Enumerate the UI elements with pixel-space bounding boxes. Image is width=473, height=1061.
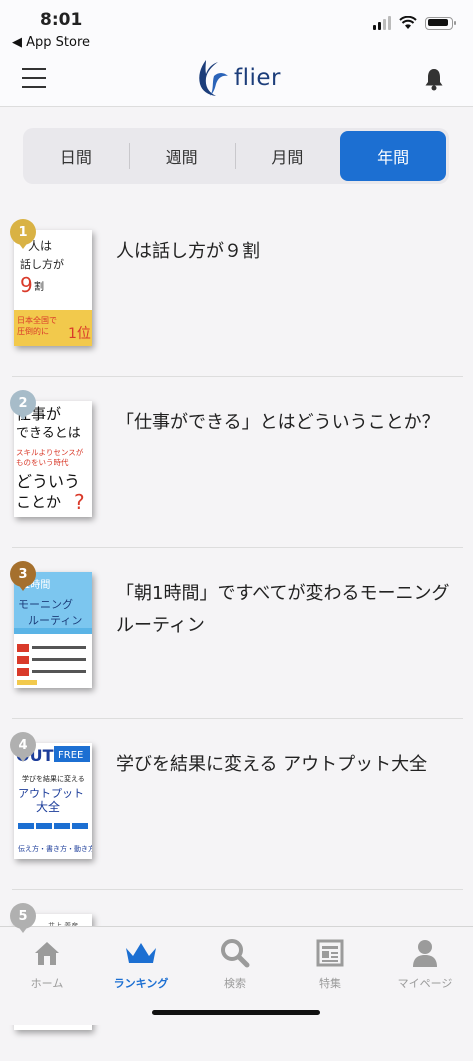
svg-text:FREE: FREE (58, 750, 83, 761)
nav-bar: flier (0, 54, 473, 107)
svg-text:日本全国で: 日本全国で (17, 315, 57, 325)
svg-text:大全: 大全 (36, 799, 60, 814)
segment-weekly[interactable]: 週間 (128, 131, 235, 181)
search-icon (221, 939, 250, 968)
svg-text:ルーティン: ルーティン (28, 614, 82, 627)
svg-text:話し方が: 話し方が (20, 257, 64, 271)
svg-text:モーニング: モーニング (18, 597, 73, 611)
svg-text:9: 9 (20, 273, 33, 297)
rank-badge: 5 (10, 903, 36, 933)
newspaper-icon (316, 939, 344, 967)
logo-text: flier (234, 65, 281, 91)
svg-text:どういう: どういう (16, 472, 80, 491)
svg-text:割: 割 (34, 280, 44, 293)
tab-home[interactable]: ホーム (0, 935, 94, 991)
book-title: 「朝1時間」ですべてが変わるモーニングルーティン (116, 583, 450, 636)
svg-text:1位: 1位 (68, 326, 91, 342)
ranking-item-3[interactable]: 3 1時間 モーニング ルーティン 「朝1時間」ですべてが変わるモーニングルーテ… (0, 548, 473, 719)
segment-yearly[interactable]: 年間 (340, 131, 446, 181)
menu-icon[interactable] (22, 68, 46, 88)
bell-icon[interactable] (421, 66, 447, 92)
rank-badge: 1 (10, 219, 36, 249)
flier-logo-icon (199, 60, 228, 96)
svg-text:学びを結果に変える: 学びを結果に変える (22, 774, 85, 783)
rank-badge: 3 (10, 561, 36, 591)
svg-text:スキルよりセンスが: スキルよりセンスが (16, 447, 84, 457)
book-title: 学びを結果に変える アウトプット大全 (116, 754, 428, 775)
back-to-app-store[interactable]: ◀ App Store (12, 35, 90, 50)
battery-icon (425, 16, 456, 30)
tab-feature[interactable]: 特集 (283, 935, 377, 991)
svg-text:できるとは: できるとは (16, 426, 81, 441)
svg-text:ものをいう時代: ものをいう時代 (16, 457, 69, 467)
status-bar: 8:01 ◀ App Store (0, 0, 473, 54)
svg-text:伝え方・書き方・動き方: 伝え方・書き方・動き方 (18, 844, 92, 853)
status-time: 8:01 (40, 10, 83, 30)
svg-text:?: ? (74, 490, 85, 514)
book-title: 人は話し方が９割 (116, 241, 260, 262)
home-indicator (152, 1010, 320, 1015)
period-segmented-control: 日間 週間 月間 年間 (23, 128, 449, 184)
person-icon (413, 940, 437, 967)
tab-mypage[interactable]: マイページ (378, 935, 472, 991)
ranking-item-2[interactable]: 2 仕事が できるとは スキルよりセンスが ものをいう時代 どういう ことか ?… (0, 377, 473, 548)
svg-text:アウトプット: アウトプット (18, 787, 84, 800)
rank-badge: 2 (10, 390, 36, 420)
ranking-item-4[interactable]: 4 OUT FREE 学びを結果に変える アウトプット 大全 伝え方・書き方・動… (0, 719, 473, 890)
ranking-item-1[interactable]: 1 人は 話し方が 9 割 日本全国で 圧倒的に 1位 人は話し方が９割 (0, 206, 473, 377)
tab-ranking[interactable]: ランキング (94, 935, 188, 991)
home-icon (35, 942, 59, 965)
tab-search[interactable]: 検索 (188, 935, 282, 991)
flier-logo: flier (192, 58, 281, 98)
svg-text:圧倒的に: 圧倒的に (17, 326, 49, 336)
book-title: 「仕事ができる」とはどういうことか？ (116, 412, 440, 433)
wifi-icon (399, 16, 417, 29)
system-icons (373, 16, 456, 30)
segment-monthly[interactable]: 月間 (234, 131, 341, 181)
svg-text:ことか: ことか (16, 493, 61, 511)
signal-icon (373, 16, 391, 30)
rank-badge: 4 (10, 732, 36, 762)
segment-daily[interactable]: 日間 (23, 131, 129, 181)
crown-icon (126, 943, 156, 963)
